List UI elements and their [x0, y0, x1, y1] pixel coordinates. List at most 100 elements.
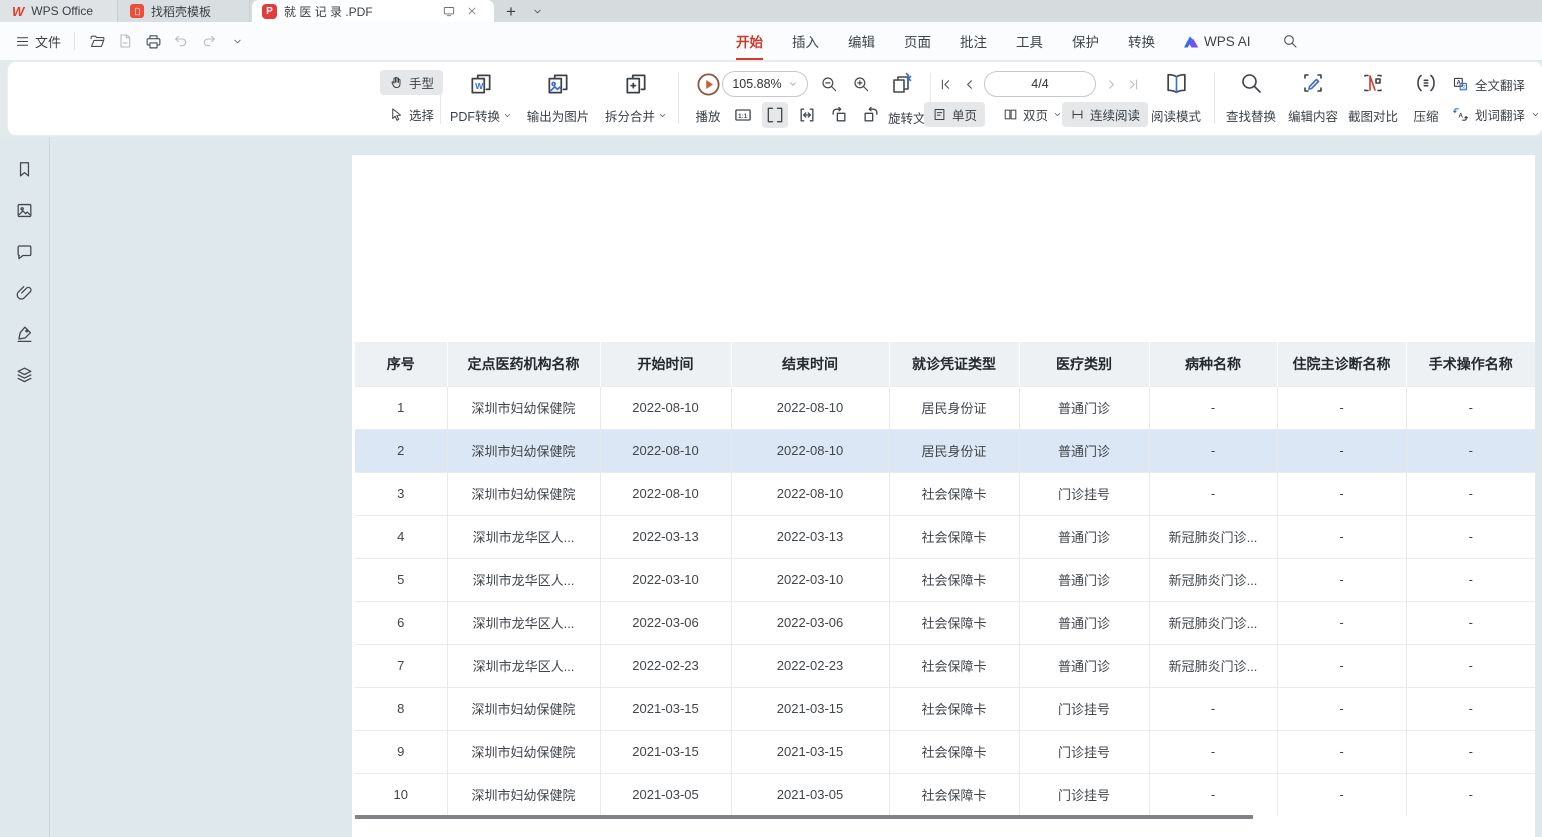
layers-icon[interactable] [14, 363, 36, 385]
table-cell: - [1406, 644, 1535, 687]
table-cell: 居民身份证 [889, 386, 1019, 429]
zoom-out-button[interactable] [816, 71, 842, 97]
table-cell: 2022-02-23 [731, 644, 889, 687]
tab-document-label: 就 医 记 录 .PDF [284, 3, 373, 20]
open-file-button[interactable] [85, 29, 109, 53]
split-merge-button[interactable]: 拆分合并 [600, 68, 672, 129]
file-menu-button[interactable]: 文件 [10, 28, 66, 55]
screenshot-compare-button[interactable]: 截图对比 [1342, 68, 1404, 129]
table-cell: 社会保障卡 [889, 472, 1019, 515]
compress-button[interactable]: 压缩 [1404, 68, 1448, 129]
find-replace-button[interactable]: 查找替换 [1220, 68, 1282, 129]
redo-button[interactable] [197, 29, 221, 53]
table-cell: 门诊挂号 [1019, 472, 1149, 515]
tab-wps-office[interactable]: W WPS Office [0, 0, 118, 22]
ribbon-search-button[interactable] [1282, 33, 1298, 49]
thumbnails-icon[interactable] [14, 199, 36, 221]
comment-icon[interactable] [14, 240, 36, 262]
full-text-translate-button[interactable]: A文 全文翻译 [1452, 73, 1525, 95]
double-page-view-button[interactable]: 双页 [996, 102, 1069, 127]
save-button[interactable] [113, 29, 137, 53]
menu-tab-7[interactable]: 转换 [1128, 31, 1155, 51]
select-tool-button[interactable]: 选择 [380, 102, 443, 127]
table-cell: - [1277, 644, 1406, 687]
menu-tab-4[interactable]: 批注 [960, 31, 987, 51]
tab-list-dropdown[interactable] [528, 0, 547, 22]
table-cell: 2022-03-13 [731, 515, 889, 558]
table-row: 8深圳市妇幼保健院2021-03-152021-03-15社会保障卡门诊挂号--… [355, 687, 1535, 730]
word-translate-button[interactable]: A 划词翻译 [1452, 103, 1540, 125]
table-cell: 2021-03-05 [600, 773, 731, 816]
table-cell: - [1277, 472, 1406, 515]
rotate-right-button[interactable] [858, 102, 884, 128]
new-tab-button[interactable]: + [494, 0, 528, 22]
menu-tab-2[interactable]: 编辑 [848, 31, 875, 51]
left-panel-bar [0, 137, 50, 837]
actual-size-button[interactable]: 1:1 [730, 102, 756, 128]
table-cell: 门诊挂号 [1019, 687, 1149, 730]
menu-tab-1[interactable]: 插入 [792, 31, 819, 51]
table-cell: 2022-03-06 [731, 601, 889, 644]
attachment-icon[interactable] [14, 281, 36, 303]
menu-tab-5[interactable]: 工具 [1016, 31, 1043, 51]
zoom-in-button[interactable] [848, 71, 874, 97]
read-mode-button[interactable]: 阅读模式 [1144, 68, 1208, 129]
bookmark-icon[interactable] [14, 158, 36, 180]
table-cell: - [1277, 730, 1406, 773]
pdf-convert-button[interactable]: W PDF转换 [446, 68, 516, 129]
wps-pdf-window: W WPS Office 找稻壳模板 P 就 医 记 录 .PDF + 文件 [0, 0, 1542, 837]
hamburger-icon [15, 34, 30, 49]
print-button[interactable] [141, 29, 165, 53]
table-cell: - [1406, 472, 1535, 515]
table-cell: 普通门诊 [1019, 386, 1149, 429]
menu-wps-ai[interactable]: WPS AI [1184, 34, 1251, 49]
signature-icon[interactable] [14, 322, 36, 344]
undo-history-dropdown[interactable] [225, 29, 249, 53]
edit-content-button[interactable]: 编辑内容 [1282, 68, 1344, 129]
table-row: 9深圳市妇幼保健院2021-03-152021-03-15社会保障卡门诊挂号--… [355, 730, 1535, 773]
fit-width-button[interactable] [794, 102, 820, 128]
table-cell: 深圳市妇幼保健院 [447, 730, 600, 773]
table-cell: 2021-03-15 [600, 687, 731, 730]
play-icon [695, 71, 722, 98]
table-cell: - [1277, 429, 1406, 472]
table-cell: 深圳市妇幼保健院 [447, 773, 600, 816]
svg-text:1:1: 1:1 [738, 113, 748, 120]
rotate-left-button[interactable] [826, 102, 852, 128]
export-image-icon [545, 71, 571, 97]
table-cell: 9 [355, 730, 447, 773]
embedded-horizontal-scrollbar[interactable] [355, 815, 1253, 819]
last-page-button[interactable] [1122, 71, 1144, 97]
zoom-level-combobox[interactable]: 105.88% [722, 71, 808, 97]
screen-share-icon[interactable] [442, 4, 456, 18]
tab-document-active[interactable]: P 就 医 记 录 .PDF [252, 0, 494, 22]
table-cell: - [1406, 601, 1535, 644]
hand-tool-button[interactable]: 手型 [380, 70, 443, 95]
close-tab-icon[interactable] [466, 5, 478, 17]
fit-page-button[interactable] [762, 102, 788, 128]
menu-tab-6[interactable]: 保护 [1072, 31, 1099, 51]
table-row: 5深圳市龙华区人...2022-03-102022-03-10社会保障卡普通门诊… [355, 558, 1535, 601]
table-cell: 社会保障卡 [889, 601, 1019, 644]
compress-icon [1414, 71, 1438, 95]
table-cell: 2022-08-10 [731, 429, 889, 472]
previous-page-button[interactable] [958, 71, 980, 97]
menu-tab-3[interactable]: 页面 [904, 31, 931, 51]
undo-button[interactable] [169, 29, 193, 53]
table-cell: 深圳市妇幼保健院 [447, 429, 600, 472]
svg-text:A: A [1458, 112, 1463, 119]
menu-tab-0[interactable]: 开始 [736, 31, 763, 51]
table-row: 6深圳市龙华区人...2022-03-062022-03-06社会保障卡普通门诊… [355, 601, 1535, 644]
table-cell: 2022-08-10 [600, 429, 731, 472]
tab-docer-templates[interactable]: 找稻壳模板 [118, 0, 250, 22]
continuous-reading-button[interactable]: 连续阅读 [1062, 102, 1148, 127]
table-cell: 普通门诊 [1019, 601, 1149, 644]
chevron-down-icon [658, 111, 667, 120]
table-cell: 门诊挂号 [1019, 773, 1149, 816]
page-number-input[interactable]: 4/4 [984, 71, 1096, 97]
next-page-button[interactable] [1100, 71, 1122, 97]
first-page-button[interactable] [934, 71, 956, 97]
single-page-view-button[interactable]: 单页 [924, 102, 985, 127]
auto-fit-pages-button[interactable] [886, 69, 916, 99]
export-as-image-button[interactable]: 输出为图片 [518, 68, 598, 129]
